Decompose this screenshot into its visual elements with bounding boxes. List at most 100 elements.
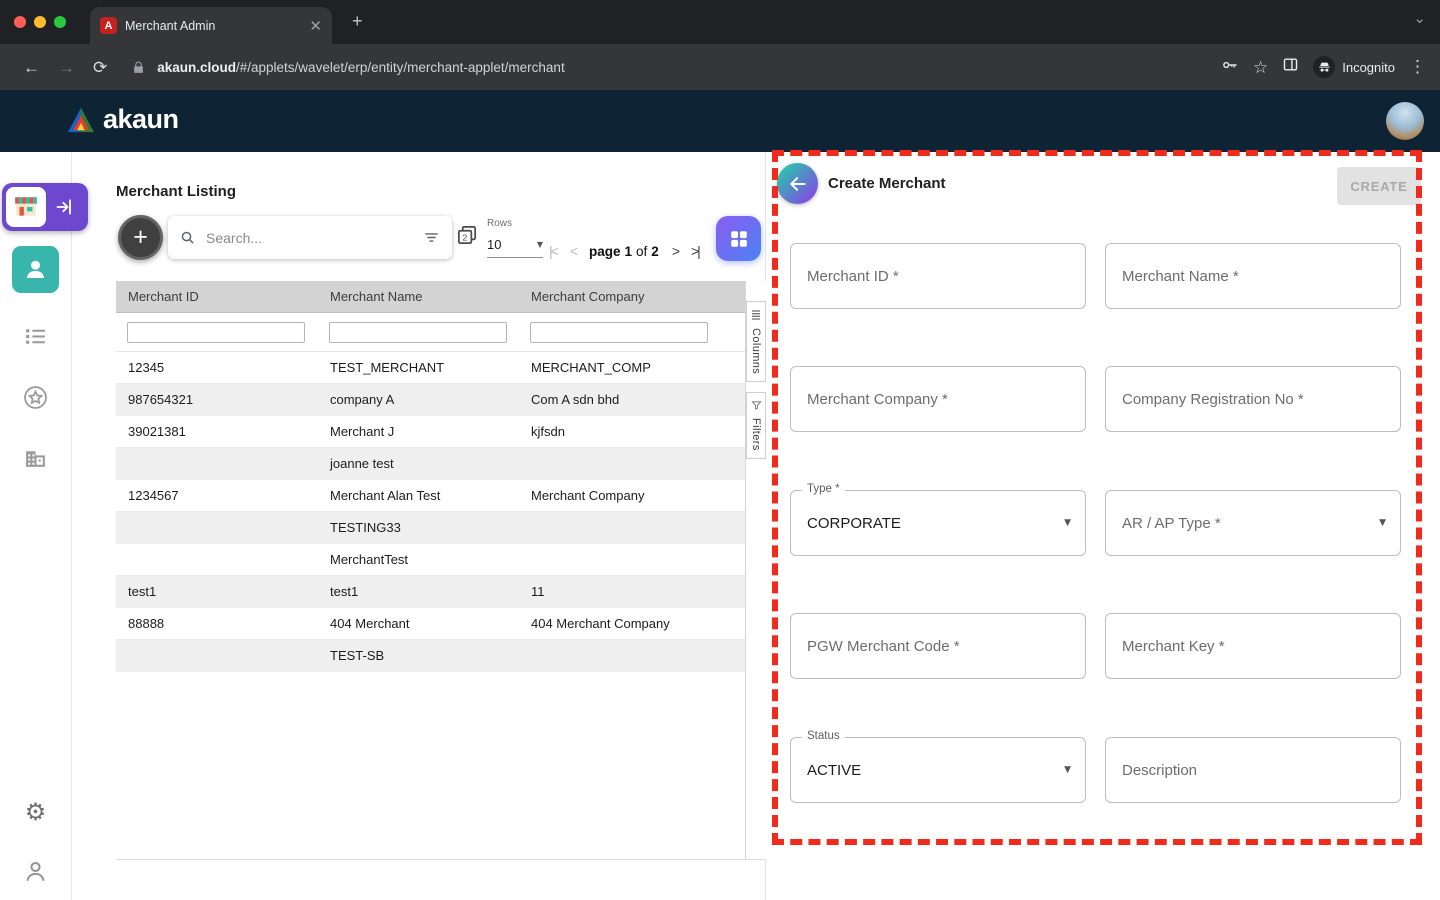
type-select[interactable]: Type * CORPORATE ▼ bbox=[790, 490, 1086, 556]
logo-text: akaun bbox=[103, 104, 179, 135]
company-registration-input[interactable] bbox=[1106, 367, 1400, 431]
filter-list-icon[interactable] bbox=[423, 229, 440, 246]
merchant-key-field[interactable] bbox=[1105, 613, 1401, 679]
search-box[interactable] bbox=[168, 216, 452, 259]
filter-merchant-name-input[interactable] bbox=[329, 322, 507, 343]
passwords-key-icon[interactable] bbox=[1221, 56, 1239, 79]
view-grid-button[interactable] bbox=[716, 216, 761, 261]
column-header-merchant-name[interactable]: Merchant Name bbox=[318, 289, 519, 304]
table-row[interactable]: test1 test1 11 bbox=[116, 576, 745, 608]
sidebar-item-merchant-applet[interactable] bbox=[2, 183, 88, 231]
columns-tab[interactable]: Columns bbox=[746, 301, 766, 382]
sidebar-item-merchants[interactable] bbox=[12, 246, 59, 293]
gear-icon: ⚙ bbox=[25, 798, 47, 826]
cell-merchant-company: kjfsdn bbox=[519, 424, 745, 439]
bookmark-star-icon[interactable]: ☆ bbox=[1253, 59, 1268, 76]
browser-tab[interactable]: A Merchant Admin ✕ bbox=[90, 7, 332, 44]
merchant-id-input[interactable] bbox=[791, 244, 1085, 308]
cell-merchant-id: 987654321 bbox=[116, 392, 318, 407]
table-filter-row bbox=[116, 313, 745, 352]
sidebar-item-settings[interactable]: ⚙ bbox=[0, 798, 71, 826]
incognito-badge: Incognito bbox=[1313, 56, 1395, 78]
merchant-id-field[interactable] bbox=[790, 243, 1086, 309]
pgw-merchant-code-input[interactable] bbox=[791, 614, 1085, 678]
table-row[interactable]: 39021381 Merchant J kjfsdn bbox=[116, 416, 745, 448]
table-row[interactable]: 987654321 company A Com A sdn bhd bbox=[116, 384, 745, 416]
filters-tab[interactable]: Filters bbox=[746, 392, 766, 459]
column-header-merchant-company[interactable]: Merchant Company bbox=[519, 289, 745, 304]
description-input[interactable] bbox=[1106, 738, 1400, 802]
lock-icon[interactable] bbox=[132, 61, 145, 74]
side-panel-icon[interactable] bbox=[1282, 56, 1299, 78]
merchant-key-input[interactable] bbox=[1106, 614, 1400, 678]
cell-merchant-id: 39021381 bbox=[116, 424, 318, 439]
cell-merchant-company: 404 Merchant Company bbox=[519, 616, 745, 631]
next-page-icon[interactable]: > bbox=[672, 243, 678, 259]
company-registration-field[interactable] bbox=[1105, 366, 1401, 432]
building-icon bbox=[23, 446, 48, 471]
filters-tab-label: Filters bbox=[750, 418, 762, 451]
list-icon bbox=[23, 324, 48, 349]
tab-list-chevron-icon[interactable]: ⌄ bbox=[1413, 9, 1426, 27]
forward-icon[interactable]: → bbox=[58, 59, 75, 76]
new-tab-button[interactable]: + bbox=[346, 9, 369, 34]
rows-per-page-select[interactable]: 10 ▼ bbox=[487, 231, 543, 258]
page-current: 1 bbox=[625, 244, 633, 259]
last-page-icon[interactable]: >| bbox=[691, 243, 699, 259]
reload-icon[interactable]: ⟳ bbox=[93, 59, 107, 76]
description-field[interactable] bbox=[1105, 737, 1401, 803]
address-bar[interactable]: akaun.cloud/#/applets/wavelet/erp/entity… bbox=[157, 60, 564, 75]
cell-merchant-name: joanne test bbox=[318, 456, 519, 471]
sidebar-item-organization[interactable] bbox=[0, 446, 71, 471]
table-row[interactable]: MerchantTest bbox=[116, 544, 745, 576]
person-outline-icon bbox=[22, 858, 49, 885]
merchant-company-field[interactable] bbox=[790, 366, 1086, 432]
user-avatar[interactable] bbox=[1386, 102, 1424, 140]
chevron-down-icon: ▼ bbox=[537, 240, 543, 249]
column-header-merchant-id[interactable]: Merchant ID bbox=[116, 289, 318, 304]
prev-page-icon[interactable]: < bbox=[570, 243, 576, 259]
table-row[interactable]: TESTING33 bbox=[116, 512, 745, 544]
svg-text:2: 2 bbox=[463, 233, 468, 243]
tab-favicon-icon: A bbox=[100, 17, 117, 34]
merchant-company-input[interactable] bbox=[791, 367, 1085, 431]
tab-close-icon[interactable]: ✕ bbox=[309, 17, 322, 35]
table-row[interactable]: TEST-SB bbox=[116, 640, 745, 672]
window-zoom-button[interactable] bbox=[54, 16, 66, 28]
table-row[interactable]: 12345 TEST_MERCHANT MERCHANT_COMP bbox=[116, 352, 745, 384]
back-icon[interactable]: ← bbox=[23, 59, 40, 76]
merchant-name-field[interactable] bbox=[1105, 243, 1401, 309]
sidebar-item-favorites[interactable] bbox=[0, 384, 71, 411]
ar-ap-type-placeholder: AR / AP Type * bbox=[1106, 515, 1221, 532]
add-merchant-button[interactable]: + bbox=[118, 215, 163, 260]
columns-tab-label: Columns bbox=[750, 328, 762, 374]
sidebar-item-listing[interactable] bbox=[0, 324, 71, 349]
merchant-name-input[interactable] bbox=[1106, 244, 1400, 308]
page-total: 2 bbox=[651, 244, 659, 259]
cell-merchant-name: test1 bbox=[318, 584, 519, 599]
cell-merchant-id: test1 bbox=[116, 584, 318, 599]
status-select[interactable]: Status ACTIVE ▼ bbox=[790, 737, 1086, 803]
create-button[interactable]: CREATE bbox=[1337, 167, 1421, 205]
cell-merchant-name: company A bbox=[318, 392, 519, 407]
search-input[interactable] bbox=[204, 229, 423, 247]
merchant-table: Merchant ID Merchant Name Merchant Compa… bbox=[116, 281, 745, 672]
sidebar-item-profile[interactable] bbox=[0, 858, 71, 885]
back-button[interactable] bbox=[777, 163, 818, 204]
page-title: Merchant Listing bbox=[116, 183, 236, 200]
filter-merchant-id-input[interactable] bbox=[127, 322, 305, 343]
pgw-merchant-code-field[interactable] bbox=[790, 613, 1086, 679]
filter-merchant-company-input[interactable] bbox=[530, 322, 708, 343]
table-row[interactable]: 88888 404 Merchant 404 Merchant Company bbox=[116, 608, 745, 640]
window-close-button[interactable] bbox=[14, 16, 26, 28]
status-select-value: ACTIVE bbox=[791, 762, 861, 779]
table-row[interactable]: joanne test bbox=[116, 448, 745, 480]
rows-per-page-value: 10 bbox=[487, 237, 501, 252]
browser-menu-icon[interactable]: ⋮ bbox=[1409, 57, 1426, 77]
first-page-icon[interactable]: |< bbox=[549, 243, 557, 259]
pages-icon: 2 bbox=[456, 224, 479, 252]
ar-ap-type-select[interactable]: AR / AP Type * ▼ bbox=[1105, 490, 1401, 556]
window-minimize-button[interactable] bbox=[34, 16, 46, 28]
browser-toolbar: ← → ⟳ akaun.cloud/#/applets/wavelet/erp/… bbox=[0, 44, 1440, 90]
table-row[interactable]: 1234567 Merchant Alan Test Merchant Comp… bbox=[116, 480, 745, 512]
